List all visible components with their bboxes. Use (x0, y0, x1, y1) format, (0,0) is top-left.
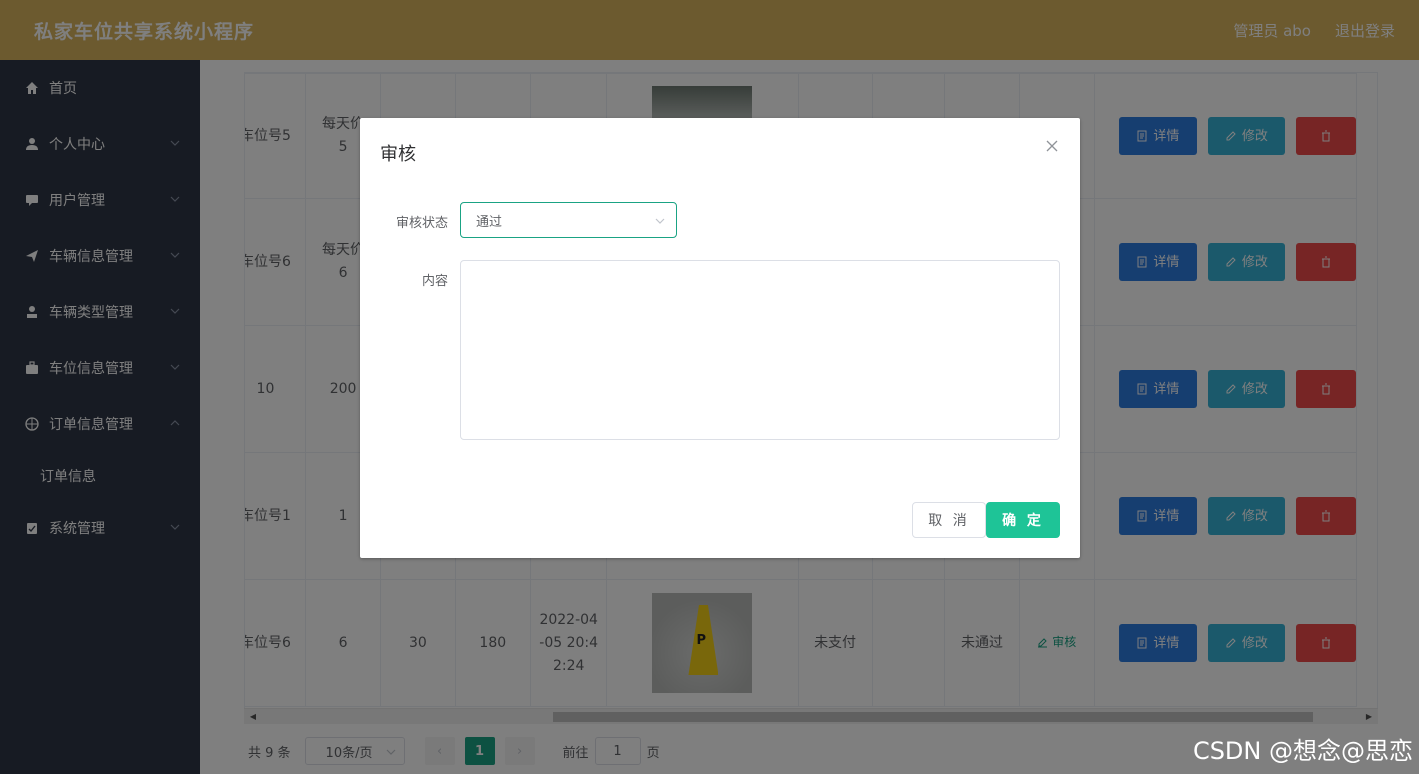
status-select[interactable]: 通过 (460, 202, 677, 238)
status-select-value: 通过 (476, 214, 503, 230)
status-label: 审核状态 (395, 216, 448, 231)
content-label: 内容 (421, 274, 448, 289)
watermark: CSDN @想念@思恋 (1192, 737, 1413, 765)
audit-dialog: 审核 审核状态 通过 内容 取 消 确 定 (360, 118, 1080, 558)
cancel-button[interactable]: 取 消 (912, 502, 986, 538)
dialog-title: 审核 (380, 144, 416, 165)
content-textarea[interactable] (460, 260, 1060, 440)
close-icon[interactable] (1044, 138, 1060, 154)
confirm-button[interactable]: 确 定 (986, 502, 1060, 538)
chevron-down-icon (655, 218, 665, 224)
